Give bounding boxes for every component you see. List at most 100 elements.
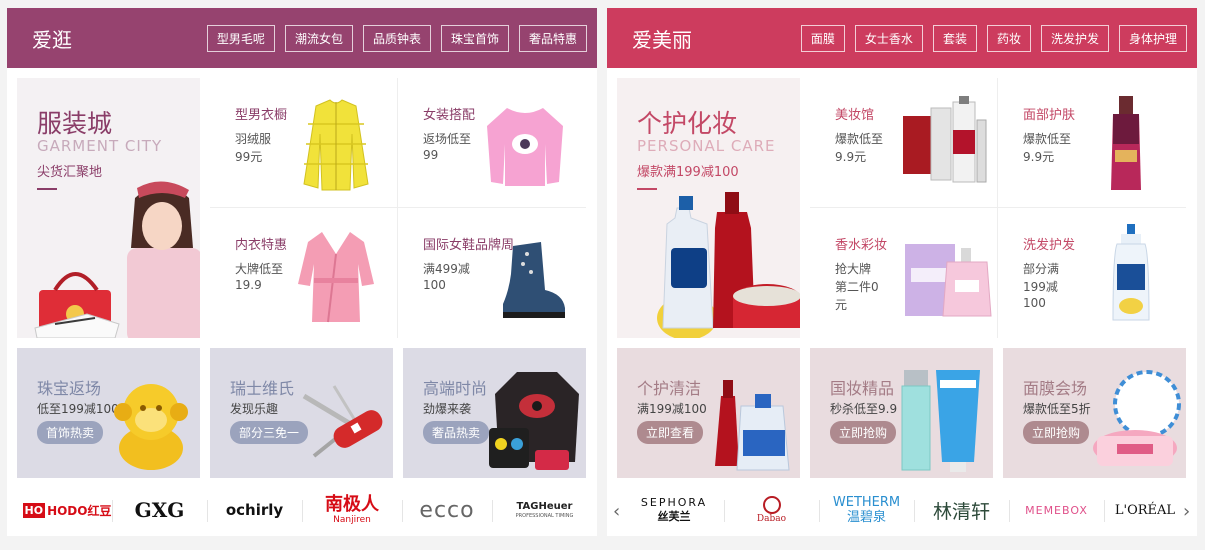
pink-sweater-icon (487, 108, 563, 186)
product-grid: 型男衣橱 羽绒服 99元 女装搭配 返场低至 99 内衣特惠 大牌低至 19.9 (210, 78, 587, 338)
promo-mianmo-huichang[interactable]: 面膜会场 爆款低至5折 立即抢购 (1003, 348, 1186, 478)
tag-yaozhuang[interactable]: 药妆 (986, 24, 1031, 52)
brand-hodo[interactable]: HO HODO红豆 (22, 494, 112, 526)
promo-title: 面膜会场 (1023, 379, 1088, 398)
promo-button[interactable]: 奢品热卖 (423, 421, 490, 444)
cell-meizhuang-guan[interactable]: 美妆馆 爆款低至 9.9元 (810, 78, 998, 208)
brand-wetherm-text: WETHERM (832, 495, 901, 510)
cell-line: 抢大牌 (835, 262, 872, 276)
promo-subtitle: 满199减100 (637, 402, 707, 416)
brand-sephora-text: SEPHORA (640, 496, 708, 509)
promo-subtitle: 劲爆来袭 (423, 402, 472, 416)
cell-line: 爆款低至 (1023, 132, 1072, 146)
promo-title: 国妆精品 (830, 379, 895, 398)
shampoo-products-icon (657, 192, 800, 338)
brand-nanjiren[interactable]: 南极人 Nanjiren (307, 494, 397, 526)
model-with-bag-icon (34, 181, 200, 338)
hero-garment-city[interactable]: 服装城 GARMENT CITY 尖货汇聚地 (17, 78, 200, 338)
brand-ochirly[interactable]: ochirly (212, 494, 297, 526)
pink-bathrobe-icon (298, 232, 374, 323)
cell-line: 部分满 (1023, 262, 1060, 276)
promo-gehu-qingjie[interactable]: 个护清洁 满199减100 立即查看 (617, 348, 800, 478)
brand-divider (302, 500, 303, 522)
cell-title: 美妆馆 (835, 108, 875, 123)
cell-line: 9.9元 (1023, 150, 1055, 164)
promo-subtitle: 秒杀低至9.9 (830, 402, 898, 416)
cell-line: 第二件0 (835, 280, 879, 294)
brand-divider (724, 500, 725, 522)
brand-dabao-text: Dabao (756, 513, 787, 524)
cell-neiyi-tehui[interactable]: 内衣特惠 大牌低至 19.9 (210, 208, 398, 338)
cell-title: 内衣特惠 (235, 238, 288, 253)
cell-title: 香水彩妆 (835, 238, 888, 253)
promo-gaoduan-shishang[interactable]: 高端时尚 劲爆来袭 奢品热卖 (403, 348, 586, 478)
brand-nanjiren-text: 南极人 (325, 494, 379, 515)
hero-english: PERSONAL CARE (637, 137, 776, 155)
cell-line: 大牌低至 (235, 262, 284, 276)
cell-title: 型男衣橱 (235, 108, 288, 123)
brand-strip: HO HODO红豆 GXG ochirly 南极人 Nanjiren ecco … (7, 486, 597, 534)
panel-title[interactable]: 爱美丽 (632, 24, 791, 53)
brand-loreal[interactable]: L'ORÉAL (1109, 494, 1181, 526)
cell-line: 19.9 (235, 278, 262, 292)
cell-line: 99元 (235, 150, 263, 164)
brand-memebox[interactable]: MEMEBOX (1014, 494, 1099, 526)
brand-hodo-text: HODO红豆 (47, 503, 112, 518)
hero-personal-care[interactable]: 个护化妆 PERSONAL CARE 爆款满199减100 (617, 78, 800, 338)
promo-button[interactable]: 立即抢购 (830, 421, 897, 444)
tag-mianmo[interactable]: 面膜 (800, 24, 845, 52)
header-tags: 型男毛呢 潮流女包 品质钟表 珠宝首饰 奢品特惠 (197, 24, 587, 52)
tag-taozhuang[interactable]: 套装 (932, 24, 977, 52)
brand-wetherm[interactable]: WETHERM 温碧泉 (824, 494, 909, 526)
tag-nvshi-xiangshui[interactable]: 女士香水 (854, 24, 923, 52)
panel-title[interactable]: 爱逛 (32, 24, 197, 53)
brand-tagheuer[interactable]: TAGHeuer PROFESSIONAL TIMING (497, 494, 592, 526)
cell-nvzhuang-dapei[interactable]: 女装搭配 返场低至 99 (398, 78, 586, 208)
blue-ankle-boot-icon (503, 242, 565, 318)
chanel-perfume-icon (905, 244, 992, 317)
tag-chaoliu-nvbao[interactable]: 潮流女包 (284, 24, 353, 52)
hero-english: GARMENT CITY (37, 137, 163, 155)
promo-zhubao-fanchang[interactable]: 珠宝返场 低至199减100 首饰热卖 (17, 348, 200, 478)
tag-zhubao-shoushi[interactable]: 珠宝首饰 (440, 24, 509, 52)
cell-title: 面部护肤 (1023, 108, 1076, 123)
promo-title: 瑞士维氏 (230, 379, 295, 398)
cell-title: 洗发护发 (1023, 238, 1076, 253)
promo-button[interactable]: 立即查看 (637, 421, 704, 444)
promo-button[interactable]: 立即抢购 (1023, 421, 1090, 444)
cell-line: 爆款低至 (835, 132, 884, 146)
brand-prev-arrow[interactable]: ‹ (613, 501, 620, 522)
tag-pinzhi-zhongbiao[interactable]: 品质钟表 (362, 24, 431, 52)
cell-mianbu-hufu[interactable]: 面部护肤 爆款低至 9.9元 (998, 78, 1186, 208)
brand-hodo-logo: HO (22, 502, 46, 518)
brand-sephora[interactable]: SEPHORA 丝芙兰 (629, 494, 719, 526)
cell-line: 返场低至 (423, 132, 472, 146)
tag-xifa-hufa[interactable]: 洗发护发 (1040, 24, 1109, 52)
tag-xingnan-maoni[interactable]: 型男毛呢 (206, 24, 275, 52)
sweater-and-bag-icon (489, 372, 579, 470)
brand-next-arrow[interactable]: › (1183, 501, 1190, 522)
panel-header: 爱美丽 面膜 女士香水 套装 药妆 洗发护发 身体护理 (607, 8, 1197, 68)
cell-xiangshui-caizhuang[interactable]: 香水彩妆 抢大牌 第二件0 元 (810, 208, 998, 338)
tag-shenti-huli[interactable]: 身体护理 (1118, 24, 1187, 52)
hero-title: 服装城 (37, 109, 113, 138)
hero-title: 个护化妆 (637, 109, 738, 138)
brand-gxg[interactable]: GXG (117, 494, 202, 526)
brand-strip: ‹ SEPHORA 丝芙兰 Dabao WETHERM 温碧泉 林清轩 MEME… (607, 486, 1197, 534)
promo-guozhuang-jingpin[interactable]: 国妆精品 秒杀低至9.9 立即抢购 (810, 348, 993, 478)
brand-linqingxuan[interactable]: 林清轩 (919, 494, 1004, 526)
brand-dabao[interactable]: Dabao (729, 494, 814, 526)
brand-divider (1009, 500, 1010, 522)
cell-xifa-hufa[interactable]: 洗发护发 部分满 199减 100 (998, 208, 1186, 338)
cell-xingnan-yichu[interactable]: 型男衣橱 羽绒服 99元 (210, 78, 398, 208)
promo-button[interactable]: 首饰热卖 (37, 421, 104, 444)
promo-ruishi-weishi[interactable]: 瑞士维氏 发现乐趣 部分三免一 (210, 348, 393, 478)
cell-guoji-nvxie[interactable]: 国际女鞋品牌周 满499减 100 (398, 208, 586, 338)
brand-ecco[interactable]: ecco (407, 494, 487, 526)
brand-divider (207, 500, 208, 522)
gold-monkey-icon (114, 384, 188, 470)
promo-subtitle: 爆款低至5折 (1023, 402, 1091, 416)
tag-shepin-tehui[interactable]: 奢品特惠 (518, 24, 587, 52)
shampoo-bottle-icon (1112, 224, 1150, 321)
panel-aimeili: 爱美丽 面膜 女士香水 套装 药妆 洗发护发 身体护理 个护化妆 PERSONA… (607, 8, 1197, 536)
